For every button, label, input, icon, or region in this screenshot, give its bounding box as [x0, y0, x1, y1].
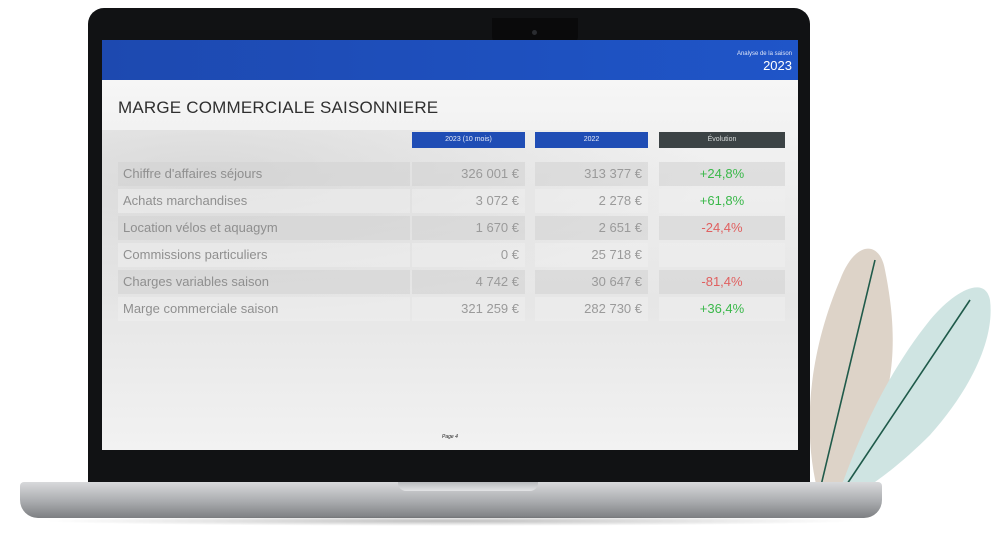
header-bar: Analyse de la saison 2023: [102, 40, 798, 80]
value-2022: 25 718 €: [535, 243, 648, 267]
column-header-2022: 2022: [535, 132, 648, 148]
value-2022: 2 278 €: [535, 189, 648, 213]
value-2023: 0 €: [412, 243, 525, 267]
value-2023: 1 670 €: [412, 216, 525, 240]
season-label: Analyse de la saison: [736, 51, 792, 57]
row-label: Chiffre d'affaires séjours: [118, 162, 410, 186]
presentation-screen: Analyse de la saison 2023 MARGE COMMERCI…: [102, 40, 798, 450]
table-row: Achats marchandises 3 072 € 2 278 € +61,…: [118, 189, 785, 215]
value-2022: 313 377 €: [535, 162, 648, 186]
base-shadow: [40, 516, 862, 526]
value-2023: 3 072 €: [412, 189, 525, 213]
row-label: Marge commerciale saison: [118, 297, 410, 321]
value-2023: 4 742 €: [412, 270, 525, 294]
value-2022: 30 647 €: [535, 270, 648, 294]
value-evolution: +61,8%: [659, 189, 785, 213]
value-evolution: +24,8%: [659, 162, 785, 186]
value-2023: 326 001 €: [412, 162, 525, 186]
table-row: Chiffre d'affaires séjours 326 001 € 313…: [118, 162, 785, 188]
page-title: MARGE COMMERCIALE SAISONNIERE: [118, 98, 439, 117]
value-evolution: [659, 243, 785, 267]
row-label: Achats marchandises: [118, 189, 410, 213]
value-evolution: -81,4%: [659, 270, 785, 294]
row-label: Location vélos et aquagym: [118, 216, 410, 240]
value-evolution: +36,4%: [659, 297, 785, 321]
base-notch: [398, 482, 538, 491]
value-2022: 2 651 €: [535, 216, 648, 240]
value-2023: 321 259 €: [412, 297, 525, 321]
table-row: Location vélos et aquagym 1 670 € 2 651 …: [118, 216, 785, 242]
value-2022: 282 730 €: [535, 297, 648, 321]
table-row: Marge commerciale saison 321 259 € 282 7…: [118, 297, 785, 323]
page-number: Page 4: [442, 434, 458, 440]
value-evolution: -24,4%: [659, 216, 785, 240]
season-year: 2023: [763, 58, 792, 73]
table-row: Charges variables saison 4 742 € 30 647 …: [118, 270, 785, 296]
column-header-2023: 2023 (10 mois): [412, 132, 525, 148]
column-header-evolution: Évolution: [659, 132, 785, 148]
row-label: Charges variables saison: [118, 270, 410, 294]
table-row: Commissions particuliers 0 € 25 718 €: [118, 243, 785, 269]
row-label: Commissions particuliers: [118, 243, 410, 267]
laptop-base: [20, 482, 882, 518]
